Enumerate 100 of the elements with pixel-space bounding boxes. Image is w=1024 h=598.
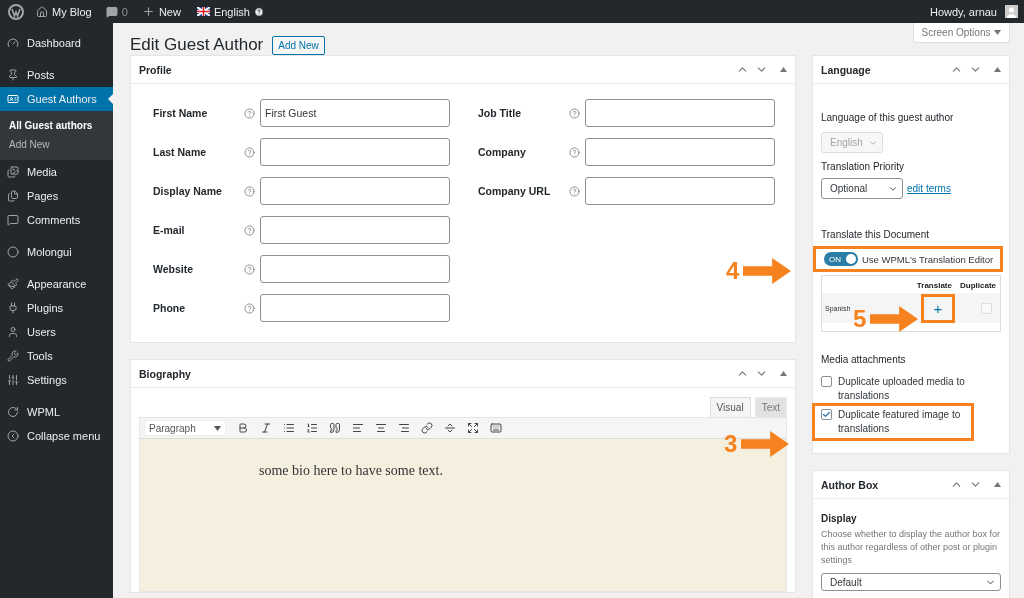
display-label: Display	[821, 513, 857, 524]
site-link[interactable]: My Blog	[52, 5, 92, 18]
add-new-button[interactable]: Add New	[272, 35, 325, 55]
plus-icon[interactable]	[141, 5, 155, 18]
field-label: Job Title	[478, 107, 522, 119]
column-header: Duplicate	[960, 281, 996, 290]
check-icon	[822, 410, 831, 419]
menu-icon	[7, 69, 19, 81]
menu-icon	[7, 430, 19, 442]
sidebar-item[interactable]: Appearance	[0, 272, 113, 296]
input-field[interactable]	[585, 138, 775, 166]
quote-icon[interactable]	[329, 422, 341, 434]
comment-count[interactable]: 0	[121, 5, 128, 18]
language-switcher[interactable]: English	[213, 5, 250, 18]
menu-icon	[7, 190, 19, 202]
editor-tab[interactable]: Text	[754, 397, 787, 417]
field-label: Phone	[153, 302, 187, 314]
field-label: Last Name	[153, 146, 208, 158]
input-field[interactable]	[260, 255, 450, 283]
panel-title: Biography	[139, 367, 192, 380]
editor-tab[interactable]: Visual	[709, 397, 751, 417]
priority-label: Translation Priority	[821, 161, 904, 172]
sidebar-item[interactable]: Settings	[0, 368, 113, 392]
sidebar-item[interactable]: Users	[0, 320, 113, 344]
keyboard-icon[interactable]	[490, 422, 502, 434]
sidebar-item[interactable]: Tools	[0, 344, 113, 368]
new-link[interactable]: New	[158, 5, 181, 18]
bold-icon[interactable]	[237, 422, 249, 434]
sidebar-item[interactable]: Media	[0, 160, 113, 184]
bio-text: some bio here to have some text.	[259, 463, 443, 478]
field-label: Display Name	[153, 185, 223, 197]
input-field[interactable]	[260, 216, 450, 244]
home-icon[interactable]	[36, 5, 48, 18]
align-right-icon[interactable]	[398, 422, 410, 434]
sidebar-item[interactable]: Collapse menu	[0, 424, 113, 448]
arrow-icon	[743, 257, 792, 285]
arrow-icon	[870, 305, 919, 333]
field-label: E-mail	[153, 224, 186, 236]
priority-select[interactable]: Optional	[821, 178, 903, 199]
sidebar-item[interactable]: Molongui	[0, 240, 113, 264]
language-label: Language of this guest author	[821, 112, 954, 123]
italic-icon[interactable]	[260, 422, 272, 434]
field-label: Company URL	[478, 185, 552, 197]
panel-title: Language	[821, 63, 872, 76]
toggle-label: Use WPML's Translation Editor	[862, 253, 994, 265]
translate-label: Translate this Document	[821, 229, 929, 240]
toggle-panel-icon[interactable]	[994, 67, 1001, 72]
input-field[interactable]	[585, 177, 775, 205]
page-title: Edit Guest Author	[130, 35, 264, 55]
fullscreen-icon[interactable]	[467, 422, 479, 434]
translate-button[interactable]: +	[921, 293, 955, 323]
panel-title: Author Box	[821, 478, 880, 491]
bullet-list-icon[interactable]	[283, 422, 295, 434]
display-select[interactable]: Default	[821, 573, 1001, 591]
field-label: Company	[478, 146, 527, 158]
duplicate-checkbox[interactable]	[981, 302, 992, 314]
toggle-switch[interactable]: ON	[824, 252, 858, 266]
input-field[interactable]	[260, 177, 450, 205]
toggle-panel-icon[interactable]	[994, 482, 1001, 487]
menu-icon	[7, 350, 19, 362]
read-more-icon[interactable]	[444, 422, 456, 434]
edit-terms-link[interactable]: edit terms	[907, 183, 951, 194]
greeting-text[interactable]: Howdy, arnau	[929, 5, 997, 18]
menu-icon	[7, 278, 19, 290]
flag-icon	[196, 7, 210, 16]
input-field[interactable]	[585, 99, 775, 127]
toggle-panel-icon[interactable]	[780, 371, 787, 376]
screen-options-button[interactable]: Screen Options	[913, 23, 1010, 43]
comments-icon[interactable]	[105, 5, 118, 18]
input-field[interactable]	[260, 138, 450, 166]
numbered-list-icon[interactable]	[306, 422, 318, 434]
caret-icon	[994, 30, 1002, 35]
help-icon[interactable]	[253, 6, 264, 17]
wordpress-logo-icon[interactable]	[8, 3, 24, 20]
menu-icon	[7, 93, 19, 105]
step-number: 5	[853, 307, 867, 331]
align-center-icon[interactable]	[375, 422, 387, 434]
sidebar-item[interactable]: Comments	[0, 208, 113, 232]
menu-icon	[7, 326, 19, 338]
input-field[interactable]	[260, 294, 450, 322]
toggle-panel-icon[interactable]	[780, 67, 787, 72]
sidebar-item[interactable]: WPML	[0, 400, 113, 424]
align-left-icon[interactable]	[352, 422, 364, 434]
sidebar-item[interactable]: Dashboard	[0, 31, 113, 55]
sidebar-item[interactable]: Guest Authors	[0, 87, 113, 111]
step-number: 4	[726, 259, 740, 283]
checkbox-option[interactable]: Duplicate uploaded media to translations	[821, 375, 991, 403]
media-label: Media attachments	[821, 354, 906, 365]
menu-icon	[7, 406, 19, 418]
input-field[interactable]: First Guest	[260, 99, 450, 127]
submenu-item[interactable]: Add New	[0, 135, 113, 154]
sidebar-item[interactable]: Plugins	[0, 296, 113, 320]
submenu-item[interactable]: All Guest authors	[0, 116, 113, 135]
checkbox-option[interactable]: Duplicate featured image to translations	[812, 403, 974, 441]
link-icon[interactable]	[421, 422, 433, 434]
sidebar-item[interactable]: Pages	[0, 184, 113, 208]
sidebar-item[interactable]: Posts	[0, 63, 113, 87]
panel-title: Profile	[139, 63, 173, 76]
format-select[interactable]: Paragraph	[144, 420, 226, 436]
menu-icon	[7, 214, 19, 226]
